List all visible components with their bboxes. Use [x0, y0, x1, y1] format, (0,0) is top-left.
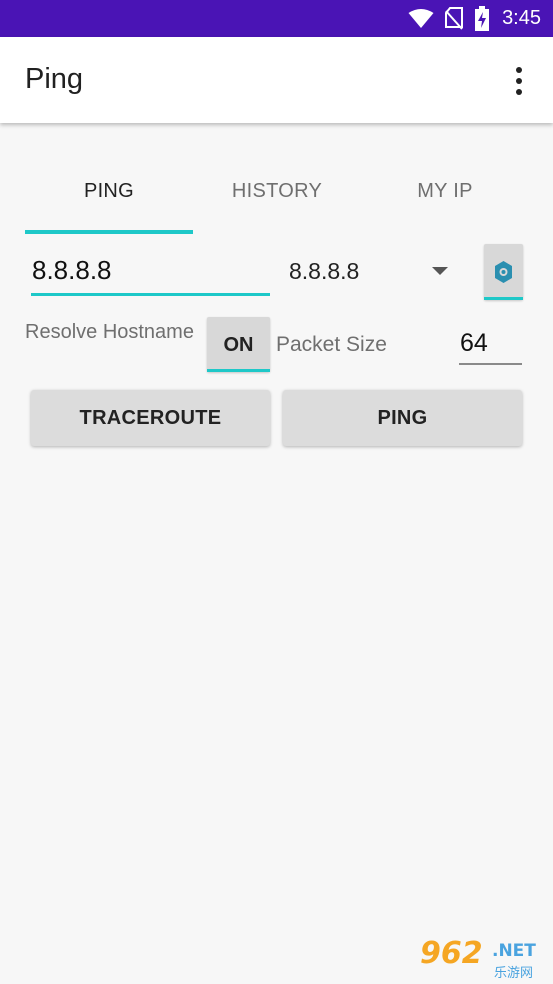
tab-indicator — [25, 230, 193, 234]
status-icons: 3:45 — [408, 0, 541, 37]
resolve-hostname-label: Resolve Hostname — [25, 321, 194, 343]
traceroute-button[interactable]: TRACEROUTE — [31, 390, 270, 446]
toggle-underline — [207, 369, 270, 372]
watermark-chinese: 乐游网 — [494, 966, 534, 981]
settings-underline — [484, 297, 523, 300]
no-sim-icon — [445, 6, 464, 30]
packet-size-label: Packet Size — [276, 333, 387, 356]
app-bar: Ping — [0, 37, 553, 123]
tab-history[interactable]: HISTORY — [193, 160, 361, 234]
menu-dot — [516, 89, 522, 95]
settings-button[interactable] — [484, 244, 523, 300]
app-title: Ping — [25, 63, 84, 95]
status-bar: 3:45 — [0, 0, 553, 37]
ping-button[interactable]: PING — [283, 390, 522, 446]
watermark-number: 962 — [420, 936, 483, 971]
watermark-logo: 962 .NET 乐游网 — [414, 936, 546, 981]
status-time: 3:45 — [502, 7, 541, 29]
battery-charging-icon — [475, 5, 490, 31]
wifi-icon — [408, 8, 434, 28]
resolve-hostname-toggle[interactable]: ON — [207, 317, 270, 372]
android-settings-icon — [495, 261, 512, 283]
tab-my-ip[interactable]: MY IP — [361, 160, 529, 234]
watermark-domain: .NET — [492, 941, 536, 961]
menu-dot — [516, 78, 522, 84]
dropdown-arrow-icon[interactable] — [432, 267, 448, 275]
packet-size-input[interactable]: 64 — [459, 326, 522, 365]
tab-ping[interactable]: PING — [25, 160, 193, 234]
toggle-label: ON — [223, 334, 254, 356]
menu-dot — [516, 67, 522, 73]
host-input[interactable]: 8.8.8.8 — [31, 252, 270, 296]
more-vert-icon[interactable] — [507, 65, 531, 97]
